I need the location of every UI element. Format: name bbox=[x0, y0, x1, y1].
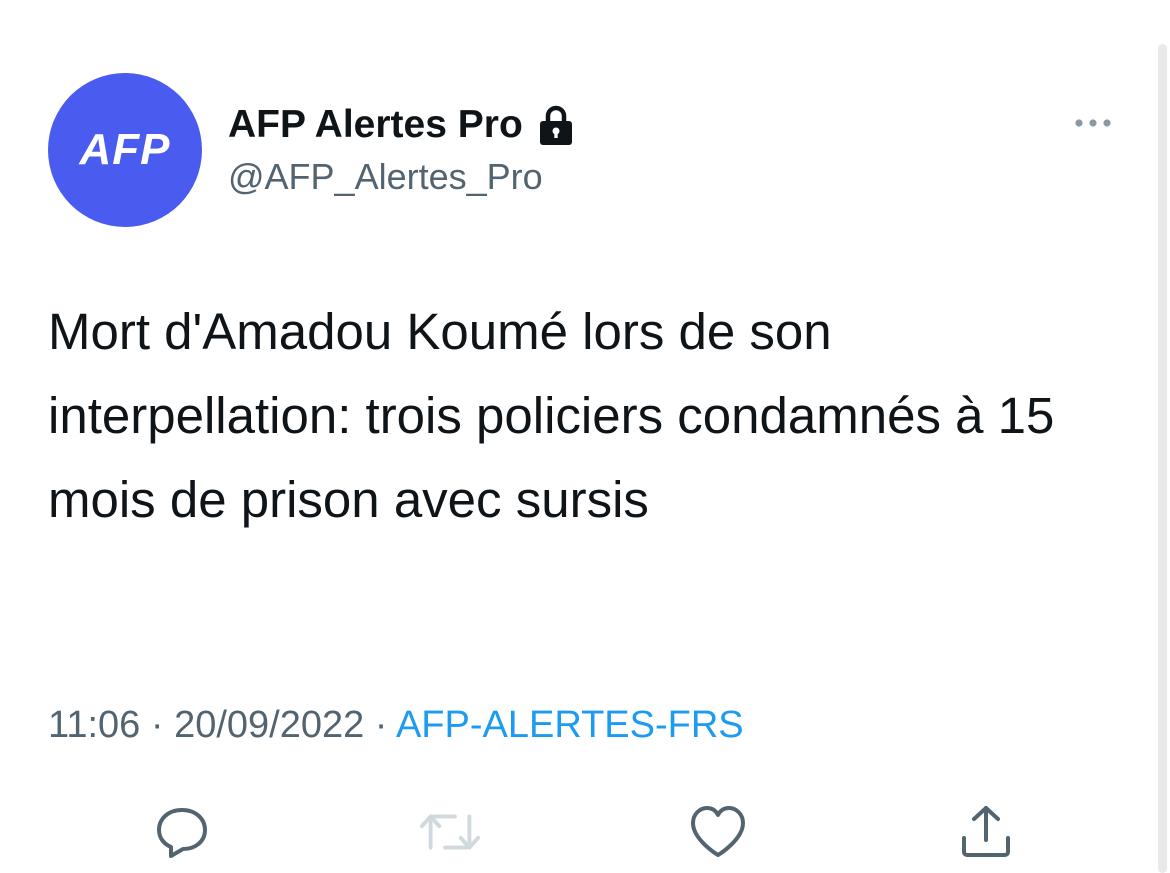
tweet-time: 11:06 bbox=[48, 704, 141, 746]
lock-icon bbox=[537, 104, 575, 146]
avatar[interactable]: AFP bbox=[48, 73, 202, 227]
reply-icon bbox=[157, 808, 207, 858]
reply-button[interactable] bbox=[150, 800, 214, 864]
display-name[interactable]: AFP Alertes Pro bbox=[228, 103, 523, 147]
retweet-button[interactable] bbox=[418, 800, 482, 864]
share-icon bbox=[962, 806, 1010, 857]
heart-icon bbox=[691, 806, 745, 857]
author-name-row: AFP Alertes Pro bbox=[228, 98, 575, 152]
tweet-meta: 11:06 · 20/09/2022 · AFP-ALERTES-FRS bbox=[48, 704, 744, 747]
tweet-date: 20/09/2022 bbox=[174, 704, 365, 746]
user-handle[interactable]: @AFP_Alertes_Pro bbox=[228, 156, 543, 198]
meta-separator: · bbox=[364, 704, 396, 746]
meta-separator: · bbox=[140, 704, 175, 746]
more-icon[interactable] bbox=[1068, 108, 1118, 138]
retweet-icon bbox=[419, 814, 481, 850]
avatar-logo-text: AFP bbox=[79, 125, 171, 174]
share-button[interactable] bbox=[954, 800, 1018, 864]
tweet-source-link[interactable]: AFP-ALERTES-FRS bbox=[396, 704, 744, 746]
scrollbar[interactable] bbox=[1158, 44, 1167, 873]
tweet-text: Mort d'Amadou Koumé lors de son interpel… bbox=[48, 303, 1055, 528]
like-button[interactable] bbox=[686, 800, 750, 864]
